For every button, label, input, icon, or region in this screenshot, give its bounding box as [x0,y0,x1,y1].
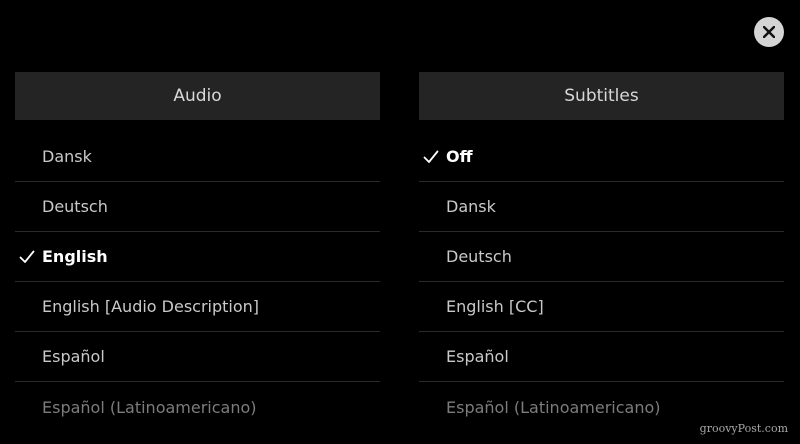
option-label: Dansk [446,197,496,216]
audio-option-english-audio-description[interactable]: English [Audio Description] [15,282,380,332]
watermark: groovyPost.com [699,422,788,435]
audio-header: Audio [15,72,380,120]
option-label: Español (Latinoamericano) [446,397,661,417]
option-label: English [Audio Description] [42,297,260,316]
option-label: Deutsch [446,247,512,266]
audio-panel: Audio Dansk Deutsch English English [Aud… [15,72,380,432]
option-label: Off [446,147,473,166]
subtitles-list: Off Dansk Deutsch English [CC] Español E… [419,120,784,432]
subtitles-header: Subtitles [419,72,784,120]
subtitles-option-deutsch[interactable]: Deutsch [419,232,784,282]
audio-option-deutsch[interactable]: Deutsch [15,182,380,232]
player-overlay: Audio Dansk Deutsch English English [Aud… [0,0,800,444]
checkmark-icon [19,250,35,263]
option-label: Dansk [42,147,92,166]
subtitles-option-espanol[interactable]: Español [419,332,784,382]
option-label: Español (Latinoamericano) [42,397,257,417]
audio-option-espanol[interactable]: Español [15,332,380,382]
audio-option-espanol-latinoamericano[interactable]: Español (Latinoamericano) [15,382,380,432]
option-label: English [42,247,108,266]
audio-list: Dansk Deutsch English English [Audio Des… [15,120,380,432]
option-label: Deutsch [42,197,108,216]
close-icon [763,26,775,38]
close-button[interactable] [754,17,784,47]
subtitles-option-off[interactable]: Off [419,132,784,182]
checkmark-icon [423,150,439,163]
subtitles-option-dansk[interactable]: Dansk [419,182,784,232]
option-label: English [CC] [446,297,544,316]
audio-option-dansk[interactable]: Dansk [15,132,380,182]
subtitles-panel: Subtitles Off Dansk Deutsch English [CC]… [419,72,784,432]
audio-option-english[interactable]: English [15,232,380,282]
option-label: Español [42,347,105,366]
option-label: Español [446,347,509,366]
subtitles-option-english-cc[interactable]: English [CC] [419,282,784,332]
